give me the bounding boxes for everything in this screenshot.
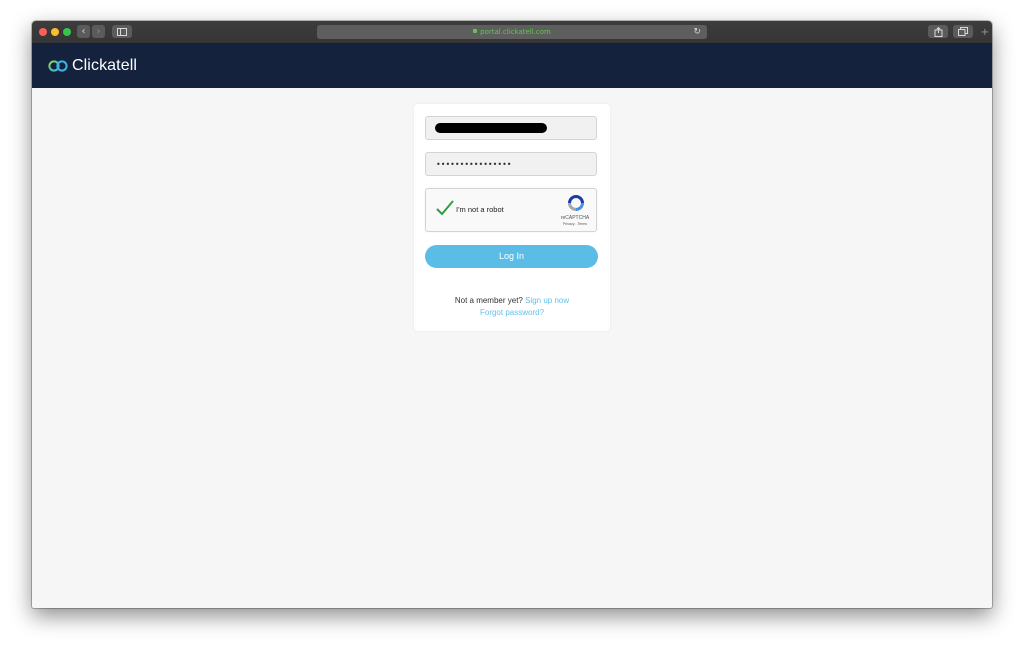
plus-icon[interactable]: +	[981, 27, 989, 39]
email-field-wrapper[interactable]	[425, 116, 597, 140]
login-card: I'm not a robot reCAPTCHA Privacy - Term…	[414, 104, 610, 331]
recaptcha-logo-icon	[568, 195, 584, 211]
close-window-button[interactable]	[39, 28, 47, 36]
zoom-window-button[interactable]	[63, 28, 71, 36]
tabs-button[interactable]	[953, 25, 973, 38]
recaptcha-label: I'm not a robot	[456, 205, 504, 214]
login-button[interactable]: Log In	[425, 245, 598, 268]
share-icon	[934, 26, 942, 37]
forward-button[interactable]: ›	[92, 25, 105, 38]
password-input[interactable]	[426, 153, 596, 175]
forgot-password-link[interactable]: Forgot password?	[480, 308, 544, 317]
signup-line: Not a member yet? Sign up now	[414, 296, 610, 305]
site-brand-name: Clickatell	[72, 57, 138, 74]
recaptcha-widget: I'm not a robot reCAPTCHA Privacy - Term…	[425, 188, 597, 232]
browser-window: ‹ › portal.clickatell.com ↻ + Clickatell…	[32, 21, 992, 608]
browser-toolbar: ‹ › portal.clickatell.com ↻ +	[32, 21, 992, 44]
recaptcha-brand: reCAPTCHA	[560, 215, 590, 221]
address-bar[interactable]: portal.clickatell.com ↻	[317, 25, 707, 39]
back-button[interactable]: ‹	[77, 25, 90, 38]
redacted-email	[435, 123, 547, 133]
tabs-icon	[958, 27, 968, 36]
address-url: portal.clickatell.com	[480, 28, 551, 36]
chevron-left-icon: ‹	[81, 26, 86, 37]
site-header: Clickatell	[32, 43, 992, 88]
lock-icon	[473, 29, 478, 33]
clickatell-logo-icon	[48, 60, 68, 72]
signup-link[interactable]: Sign up now	[525, 296, 569, 305]
sidebar-icon	[117, 27, 127, 36]
checkmark-icon[interactable]	[435, 199, 455, 217]
site-logo[interactable]: Clickatell	[48, 56, 137, 76]
minimize-window-button[interactable]	[51, 28, 59, 36]
password-field-wrapper[interactable]	[425, 152, 597, 176]
sidebar-button[interactable]	[112, 25, 132, 38]
reload-icon[interactable]: ↻	[693, 25, 701, 39]
share-button[interactable]	[928, 25, 948, 38]
chevron-right-icon: ›	[96, 26, 101, 37]
recaptcha-privacy-terms[interactable]: Privacy - Terms	[556, 222, 594, 226]
signup-prompt: Not a member yet?	[454, 296, 523, 305]
forgot-line: Forgot password?	[414, 308, 610, 317]
